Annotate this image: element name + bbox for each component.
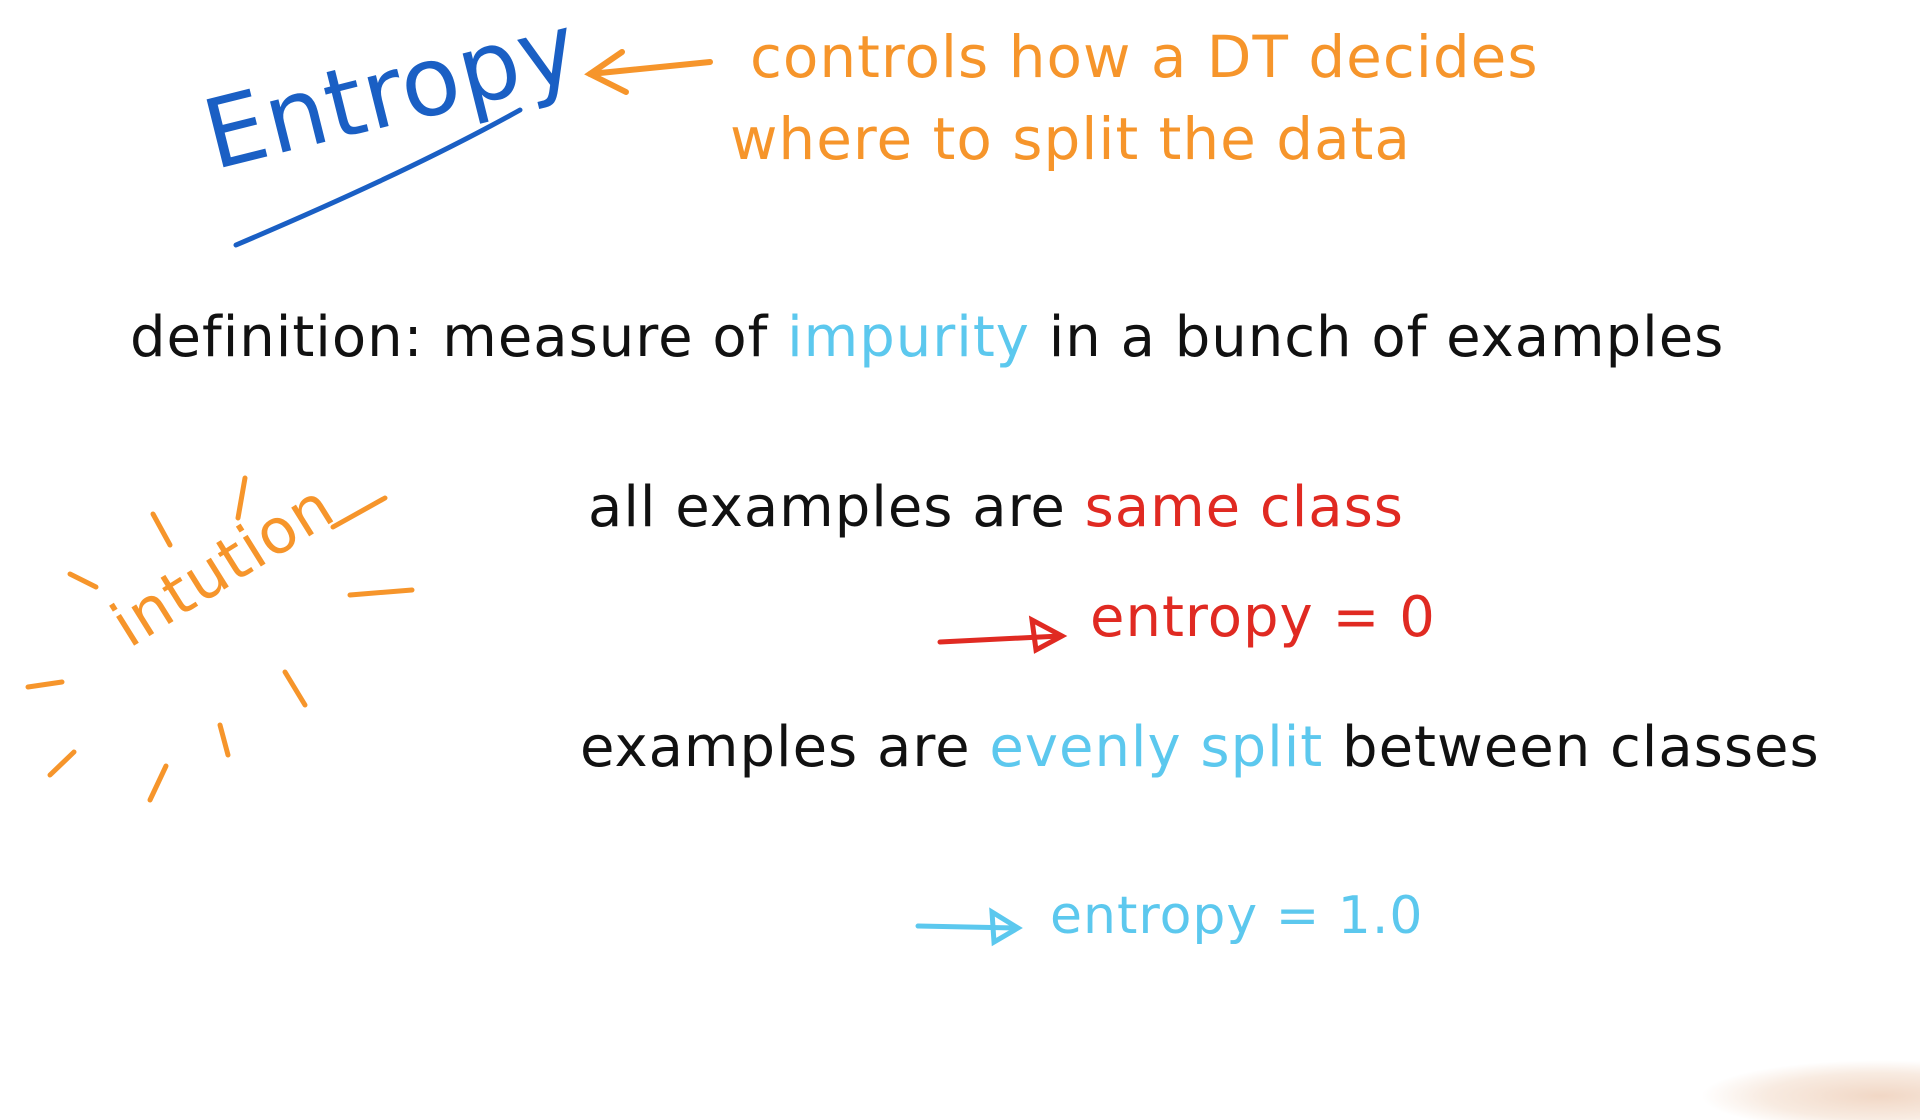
definition-post: in a bunch of examples [1048, 305, 1725, 370]
arrow-right-icon [937, 615, 1068, 654]
pure-case-line: all examples are same class [588, 480, 1404, 536]
arrow-left-icon [584, 49, 713, 95]
pure-case-highlight: same class [1084, 475, 1404, 540]
annotation-line-1: controls how a DT decides [750, 23, 1539, 91]
pure-case-pre: all examples are [588, 475, 1066, 540]
definition-line: definition: measure of impurity in a bun… [130, 310, 1724, 366]
split-case-result: entropy = 1.0 [1050, 890, 1424, 942]
split-case-post: between classes [1342, 715, 1820, 780]
definition-highlight: impurity [787, 305, 1030, 370]
definition-pre: measure of [442, 305, 769, 370]
split-case-pre: examples are [580, 715, 971, 780]
split-case-highlight: evenly split [989, 715, 1324, 780]
split-result-label: entropy [1050, 886, 1259, 946]
annotation-line-2: where to split the data [730, 105, 1411, 173]
split-result-value: = 1.0 [1275, 886, 1424, 946]
pure-result-value: = 0 [1332, 585, 1436, 650]
definition-label: definition: [130, 305, 424, 370]
split-case-line: examples are evenly split between classe… [580, 720, 1820, 776]
pure-case-result: entropy = 0 [1090, 590, 1436, 646]
arrow-right-icon [915, 907, 1023, 947]
hand-smudge [1700, 1060, 1920, 1120]
pure-result-label: entropy [1090, 585, 1314, 650]
